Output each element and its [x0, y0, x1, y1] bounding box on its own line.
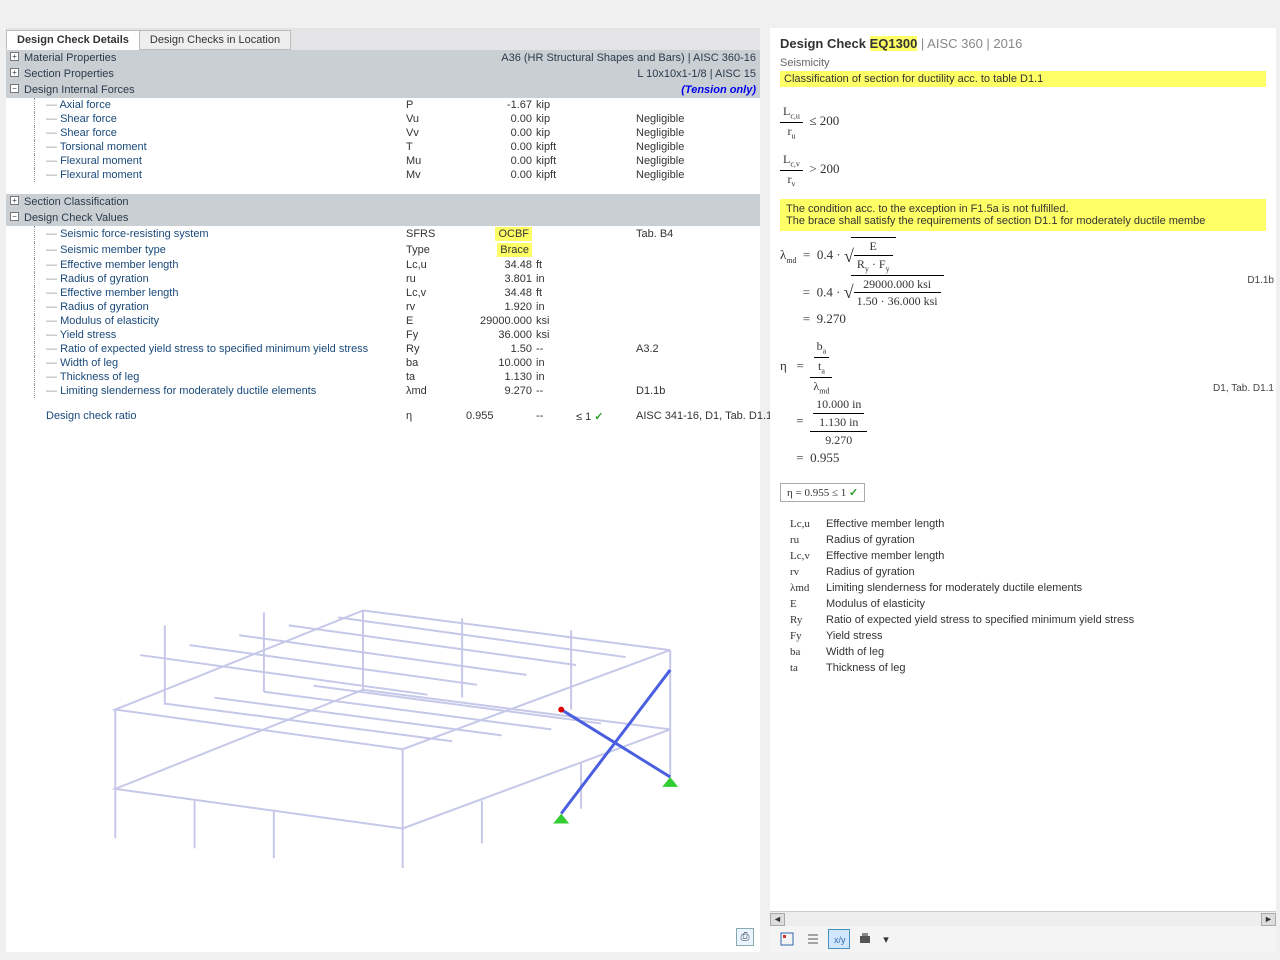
legend-row: EModulus of elasticity [790, 596, 1256, 612]
legend-row: taThickness of leg [790, 660, 1256, 676]
right-toolbar: x/y ▾ [770, 926, 1276, 952]
classification-note: Classification of section for ductility … [780, 71, 1266, 87]
print-view-button[interactable]: ⎙ [736, 928, 754, 946]
check-value-row: Yield stressFy36.000ksi [6, 328, 760, 342]
expand-icon[interactable]: + [10, 52, 19, 61]
force-row: Shear forceVu0.00kipNegligible [6, 112, 760, 126]
warning-message: The condition acc. to the exception in F… [780, 199, 1266, 231]
check-value-row: Effective member lengthLc,v34.48ft [6, 286, 760, 300]
left-panel: Design Check Details Design Checks in Lo… [0, 0, 760, 960]
final-result-box: η = 0.955 ≤ 1 ✓ [780, 483, 865, 502]
design-check-ratio-row: Design check ratio η 0.955 -- ≤ 1 ✓ AISC… [6, 406, 760, 427]
tab-design-check-details[interactable]: Design Check Details [6, 30, 140, 50]
check-ok-icon: ✓ [594, 411, 603, 423]
view-details-button[interactable] [776, 929, 798, 949]
view-list-button[interactable] [802, 929, 824, 949]
right-panel: Design Check EQ1300 | AISC 360 | 2016 Se… [770, 28, 1276, 952]
force-row: Shear forceVv0.00kipNegligible [6, 126, 760, 140]
lambda-formula: λmd = 0.4 · √ERy · Fy = 0.4 · √29000.000… [780, 237, 1266, 328]
legend: Lc,uEffective member lengthruRadius of g… [780, 502, 1266, 690]
legend-row: Lc,vEffective member length [790, 548, 1256, 564]
seismicity-label: Seismicity [770, 55, 1276, 71]
check-value-row: Effective member lengthLc,u34.48ft [6, 258, 760, 272]
section-section-properties[interactable]: + Section Properties L 10x10x1-1/8 | AIS… [6, 66, 760, 82]
force-row: Torsional momentT0.00kipftNegligible [6, 140, 760, 154]
force-row: Flexural momentMv0.00kipftNegligible [6, 168, 760, 182]
ref-tag: D1.1b [1247, 275, 1274, 286]
tabs-bar: Design Check Details Design Checks in Lo… [6, 28, 760, 50]
check-value-row: Modulus of elasticityE29000.000ksi [6, 314, 760, 328]
ref-tag: D1, Tab. D1.1 [1213, 383, 1274, 394]
legend-row: baWidth of leg [790, 644, 1256, 660]
design-check-title: Design Check EQ1300 | AISC 360 | 2016 [770, 28, 1276, 55]
check-value-row: Width of legba10.000in [6, 356, 760, 370]
check-value-row: Ratio of expected yield stress to specif… [6, 342, 760, 356]
check-ok-icon: ✓ [849, 487, 858, 499]
section-material-properties[interactable]: + Material Properties A36 (HR Structural… [6, 50, 760, 66]
viewport-controls: ⎙ [736, 928, 754, 946]
view-formula-button[interactable]: x/y [828, 929, 850, 949]
formula-panel: Lc,uru ≤ 200 Lc,vrv > 200 The condition … [770, 93, 1276, 911]
check-value-row: Radius of gyrationrv1.920in [6, 300, 760, 314]
check-value-row: Seismic force-resisting systemSFRSOCBFTa… [6, 226, 760, 242]
scroll-right-icon[interactable]: ► [1261, 913, 1276, 926]
collapse-icon[interactable]: − [10, 212, 19, 221]
check-value-row: Radius of gyrationru3.801in [6, 272, 760, 286]
section-design-internal-forces[interactable]: − Design Internal Forces (Tension only) [6, 82, 760, 98]
legend-row: λmdLimiting slenderness for moderately d… [790, 580, 1256, 596]
check-value-row: Limiting slenderness for moderately duct… [6, 384, 760, 398]
section-design-check-values[interactable]: − Design Check Values [6, 210, 760, 226]
condition-1: Lc,uru ≤ 200 [780, 103, 1266, 141]
expand-icon[interactable]: + [10, 68, 19, 77]
dropdown-arrow-icon[interactable]: ▾ [880, 929, 892, 949]
eta-formula: η = bataλmd = 10.000 in1.130 in9.270 = 0… [780, 338, 1266, 466]
print-button[interactable] [854, 929, 876, 949]
horizontal-scrollbar[interactable]: ◄ ► [770, 911, 1276, 926]
expand-icon[interactable]: + [10, 196, 19, 205]
section-classification[interactable]: + Section Classification [6, 194, 760, 210]
model-viewport[interactable]: ⎙ [6, 427, 760, 952]
legend-row: ruRadius of gyration [790, 532, 1256, 548]
legend-row: Lc,uEffective member length [790, 516, 1256, 532]
scroll-left-icon[interactable]: ◄ [770, 913, 785, 926]
check-value-row: Thickness of legta1.130in [6, 370, 760, 384]
tree-grid: + Material Properties A36 (HR Structural… [6, 50, 760, 427]
collapse-icon[interactable]: − [10, 84, 19, 93]
svg-text:x/y: x/y [834, 935, 846, 945]
condition-2: Lc,vrv > 200 [780, 151, 1266, 189]
legend-row: FyYield stress [790, 628, 1256, 644]
check-value-row: Seismic member typeTypeBrace [6, 242, 760, 258]
tab-design-checks-in-location[interactable]: Design Checks in Location [139, 30, 291, 50]
legend-row: rvRadius of gyration [790, 564, 1256, 580]
structure-3d-render [36, 464, 730, 916]
force-row: Axial forceP-1.67kip [6, 98, 760, 112]
force-row: Flexural momentMu0.00kipftNegligible [6, 154, 760, 168]
legend-row: RyRatio of expected yield stress to spec… [790, 612, 1256, 628]
